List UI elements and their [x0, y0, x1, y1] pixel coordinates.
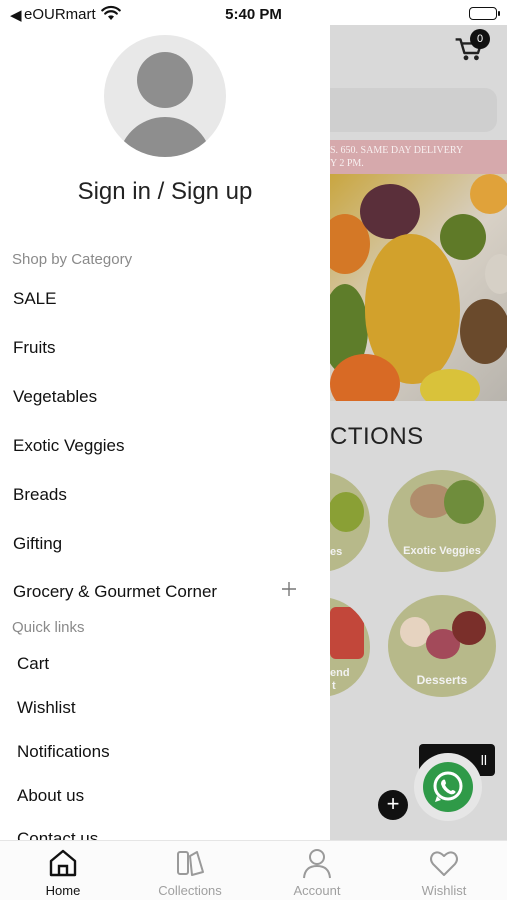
tab-account[interactable]: Account — [254, 841, 380, 900]
side-drawer: Sign in / Sign up Shop by Category SALE … — [0, 0, 330, 840]
whatsapp-button[interactable] — [414, 753, 482, 821]
promo-line-1: S. 650. SAME DAY DELIVERY — [330, 145, 464, 156]
collection-label: Desserts — [416, 673, 468, 687]
tab-collections[interactable]: Collections — [127, 841, 253, 900]
battery-icon — [469, 7, 500, 20]
tab-label: Account — [293, 883, 341, 898]
bottom-tab-bar: Home Collections Account Wishlist — [0, 840, 507, 900]
collection-label: t — [332, 680, 336, 692]
collection-label: es — [330, 546, 343, 558]
search-bar[interactable] — [330, 88, 497, 132]
tab-label: Collections — [158, 883, 222, 898]
collections-heading: CTIONS — [330, 423, 424, 450]
fruit-banner-image[interactable] — [330, 174, 507, 401]
quick-link-notifications[interactable]: Notifications — [17, 742, 110, 762]
quick-links-heading: Quick links — [12, 619, 85, 636]
collection-label: Exotic Veggies — [403, 545, 481, 557]
category-item-exotic-veggies[interactable]: Exotic Veggies — [13, 436, 313, 456]
sign-in-sign-up-link[interactable]: Sign in / Sign up — [0, 178, 330, 206]
category-item-fruits[interactable]: Fruits — [13, 338, 313, 358]
quick-link-contact-us[interactable]: Contact us — [17, 829, 98, 840]
quick-link-wishlist[interactable]: Wishlist — [17, 698, 76, 718]
shop-by-category-heading: Shop by Category — [12, 251, 133, 268]
category-item-grocery-gourmet[interactable]: Grocery & Gourmet Corner — [13, 582, 313, 602]
collection-label: end — [330, 667, 350, 679]
collections-icon — [177, 851, 204, 876]
tab-wishlist[interactable]: Wishlist — [381, 841, 507, 900]
user-head-shape — [137, 52, 193, 108]
whatsapp-icon — [433, 771, 463, 802]
tab-label: Home — [45, 883, 81, 898]
category-item-vegetables[interactable]: Vegetables — [13, 387, 313, 407]
quick-link-cart[interactable]: Cart — [17, 654, 49, 674]
expand-plus-icon[interactable] — [280, 580, 298, 598]
promo-banner: S. 650. SAME DAY DELIVERY Y 2 PM. — [330, 140, 507, 174]
background-home-page[interactable]: 0 S. 650. SAME DAY DELIVERY Y 2 PM. CTIO… — [330, 25, 507, 840]
category-item-sale[interactable]: SALE — [13, 289, 313, 309]
category-item-gifting[interactable]: Gifting — [13, 534, 313, 554]
avatar[interactable] — [104, 35, 226, 157]
collection-grocery[interactable]: end t — [330, 597, 370, 697]
user-body-shape — [118, 117, 212, 157]
quick-link-about-us[interactable]: About us — [17, 786, 84, 806]
collection-exotic-veggies[interactable]: Exotic Veggies — [388, 470, 496, 572]
collection-desserts[interactable]: Desserts — [388, 595, 496, 697]
status-time: 5:40 PM — [225, 6, 282, 23]
category-item-breads[interactable]: Breads — [13, 485, 313, 505]
plus-fab-button[interactable]: + — [378, 790, 408, 820]
heart-icon — [430, 851, 458, 876]
tab-home[interactable]: Home — [0, 841, 126, 900]
tab-label: Wishlist — [421, 883, 467, 898]
status-bar: ◀ eOURmart 5:40 PM — [0, 0, 507, 28]
cart-count-badge: 0 — [470, 29, 490, 49]
promo-line-2: Y 2 PM. — [330, 158, 364, 169]
collection-vegetables[interactable]: es — [330, 472, 370, 572]
home-icon — [49, 849, 77, 877]
account-icon — [303, 849, 331, 879]
